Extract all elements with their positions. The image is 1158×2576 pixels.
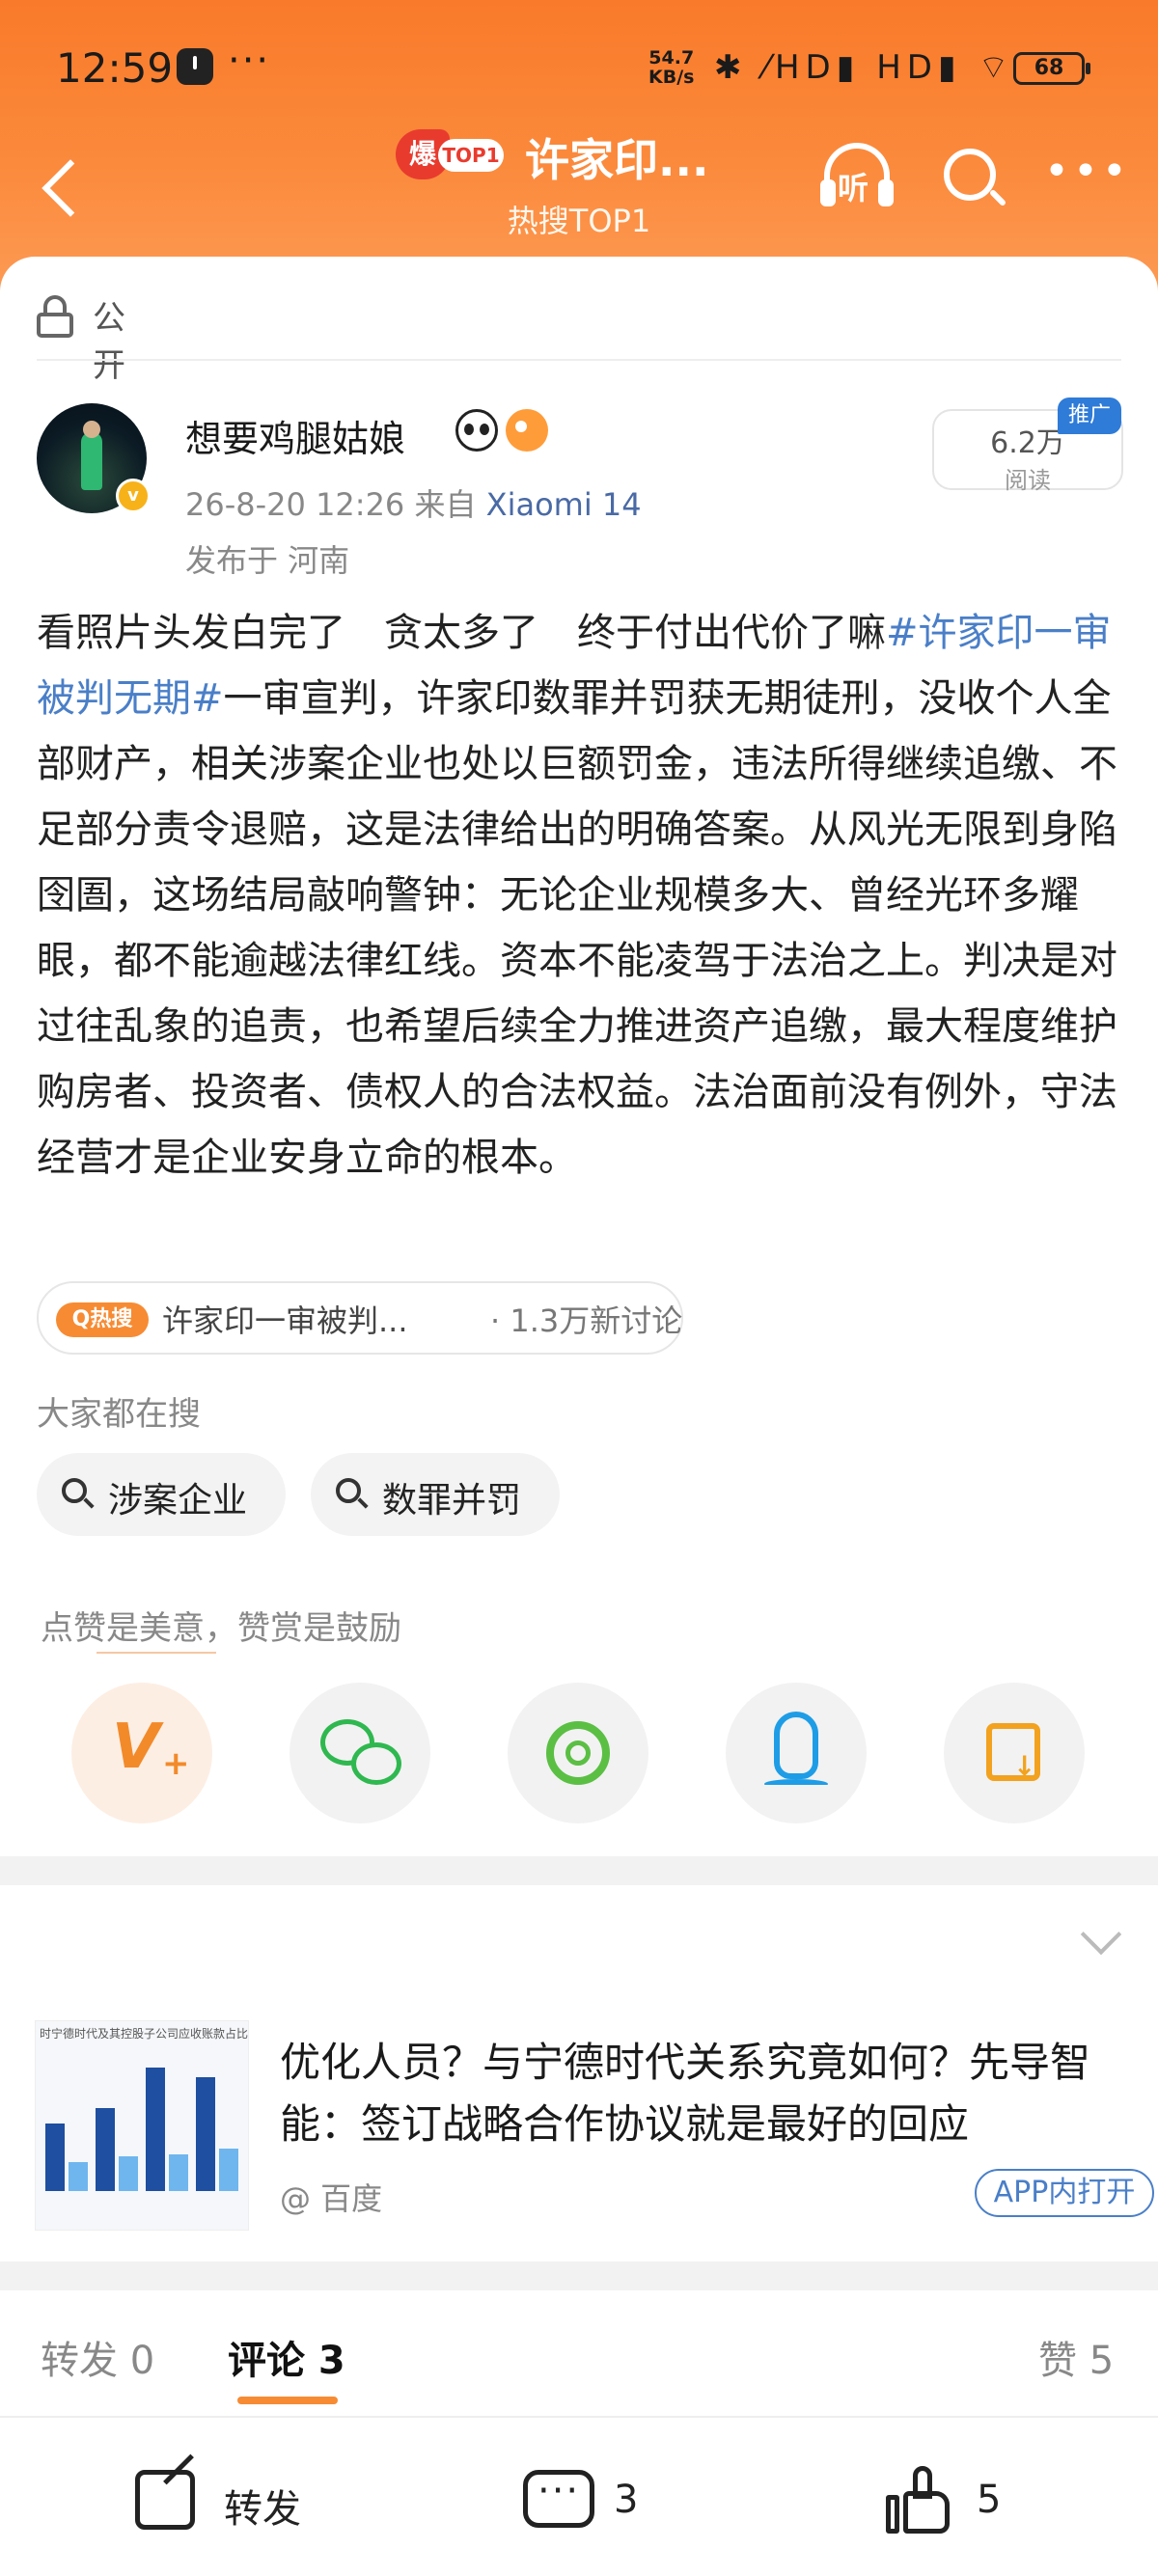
- status-more-dots: ···: [228, 39, 271, 83]
- clock-app-icon: [177, 48, 213, 85]
- bottom-action-bar: 转发 3 5: [0, 2431, 1158, 2576]
- verified-badge-icon: v: [116, 479, 151, 513]
- status-time: 12:59: [56, 44, 174, 92]
- panda-emoji-icon: [455, 409, 498, 452]
- network-speed: 54.7 KB/s: [648, 48, 694, 87]
- everyone-searching-label: 大家都在搜: [37, 1395, 201, 1434]
- tab-like[interactable]: 赞 5: [1038, 2329, 1114, 2385]
- listen-headphone-icon[interactable]: 听: [818, 139, 896, 216]
- hot-search-topic[interactable]: Q热搜 许家印一审被判... · 1.3万新讨论: [37, 1281, 683, 1355]
- comment-icon[interactable]: [523, 2469, 594, 2528]
- header: 12:59 ··· 54.7 KB/s ✱ ⁄HD▮ HD▮ ⌔ 68 爆 TOP…: [0, 0, 1158, 299]
- search-icon: [336, 1478, 369, 1509]
- fish-emoji-icon: [506, 409, 548, 452]
- active-tab-indicator: [237, 2397, 338, 2404]
- post-body: 看照片头发白完了 贪太多了 终于付出代价了嘛#许家印一审被判无期#一审宣判，许家…: [37, 600, 1127, 1191]
- share-row: V + ↓: [0, 1683, 1158, 1823]
- post-date: 26-8-20 12:26: [185, 486, 405, 523]
- post-card-top: 公开: [0, 257, 1158, 385]
- signal-wifi-icons: ✱ ⁄HD▮ HD▮ ⌔: [714, 48, 1015, 87]
- hot-topic-discussion: · 1.3万新讨论: [490, 1302, 683, 1339]
- comment-count[interactable]: 3: [614, 2478, 638, 2522]
- search-chip[interactable]: 数罪并罚: [311, 1453, 560, 1536]
- battery-icon: 68: [1013, 52, 1090, 85]
- moments-share-button[interactable]: [508, 1683, 648, 1823]
- hot-top1-badge: 爆 TOP1: [396, 129, 504, 179]
- post-location: 发布于 河南: [185, 542, 350, 579]
- post-from-label: 来自: [414, 486, 477, 523]
- post-source[interactable]: Xiaomi 14: [486, 486, 642, 523]
- like-count[interactable]: 5: [977, 2478, 1001, 2522]
- search-chip[interactable]: 涉案企业: [37, 1453, 286, 1536]
- reward-plus-icon: +: [162, 1744, 190, 1783]
- hot-topic-title: 许家印一审被判...: [162, 1302, 408, 1339]
- hot-search-pill: Q热搜: [56, 1302, 149, 1337]
- ad-thumbnail[interactable]: 时宁德时代及其控股子公司应收账款占比下降: [35, 2020, 249, 2231]
- interaction-tabs: 转发 0 评论 3 赞 5: [0, 2287, 1158, 2412]
- qq-share-button[interactable]: [726, 1683, 867, 1823]
- ad-title[interactable]: 优化人员？与宁德时代关系究竟如何？先导智能：签订战略合作协议就是最好的回应: [280, 2032, 1148, 2155]
- reward-v-icon: V: [112, 1712, 160, 1783]
- nav-bar: 爆 TOP1 许家印... 热搜TOP1 听 •••: [0, 116, 1158, 251]
- section-separator: [0, 1856, 1158, 1885]
- page-title: 许家印...: [525, 134, 709, 186]
- listen-label: 听: [838, 170, 869, 206]
- promote-badge[interactable]: 推广: [1058, 397, 1121, 434]
- network-speed-unit: KB/s: [648, 67, 695, 88]
- badge-top1-text: TOP1: [438, 139, 504, 172]
- ad-source: @ 百度: [280, 2180, 383, 2217]
- chevron-down-icon[interactable]: [1080, 1913, 1122, 1956]
- tab-comment[interactable]: 评论 3: [228, 2329, 345, 2385]
- network-speed-value: 54.7: [648, 47, 695, 69]
- status-bar: 12:59 ··· 54.7 KB/s ✱ ⁄HD▮ HD▮ ⌔ 68: [0, 37, 1158, 104]
- praise-label: 点赞是美意，赞赏是鼓励: [41, 1609, 401, 1648]
- save-image-button[interactable]: ↓: [944, 1683, 1085, 1823]
- forward-icon[interactable]: [135, 2470, 195, 2530]
- wechat-icon-small: [351, 1742, 401, 1785]
- like-thumb-icon[interactable]: [886, 2466, 951, 2535]
- post-meta: 26-8-20 12:26 来自 Xiaomi 14: [185, 480, 642, 525]
- open-in-app-button[interactable]: APP内打开: [975, 2169, 1154, 2217]
- search-chip-label: 涉案企业: [108, 1481, 248, 1521]
- search-icon: [62, 1478, 95, 1509]
- reward-v-button[interactable]: V +: [71, 1683, 212, 1823]
- wechat-share-button[interactable]: [290, 1683, 430, 1823]
- search-icon[interactable]: [940, 145, 1007, 212]
- search-chip-label: 数罪并罚: [382, 1481, 522, 1521]
- qq-icon: [774, 1712, 818, 1779]
- post-text-before: 看照片头发白完了 贪太多了 终于付出代价了嘛: [37, 611, 886, 655]
- read-label: 阅读: [1005, 467, 1051, 494]
- weibo-post-page: 12:59 ··· 54.7 KB/s ✱ ⁄HD▮ HD▮ ⌔ 68 爆 TOP…: [0, 0, 1158, 2576]
- ad-thumbnail-caption: 时宁德时代及其控股子公司应收账款占比下降: [40, 2027, 249, 2041]
- tab-forward[interactable]: 转发 0: [41, 2329, 154, 2385]
- more-options-icon[interactable]: •••: [1044, 151, 1131, 193]
- divider: [37, 359, 1121, 361]
- author-name[interactable]: 想要鸡腿姑娘: [185, 409, 405, 462]
- forward-button-label[interactable]: 转发: [224, 2478, 301, 2534]
- post-text-after: 一审宣判，许家印数罪并罚获无期徒刑，没收个人全部财产，相关涉案企业也处以巨额罚金…: [37, 676, 1117, 1180]
- divider: [0, 2416, 1158, 2418]
- praise-indicator: [96, 1652, 216, 1654]
- visibility-label: 公开: [93, 299, 125, 385]
- lock-icon: [37, 295, 75, 338]
